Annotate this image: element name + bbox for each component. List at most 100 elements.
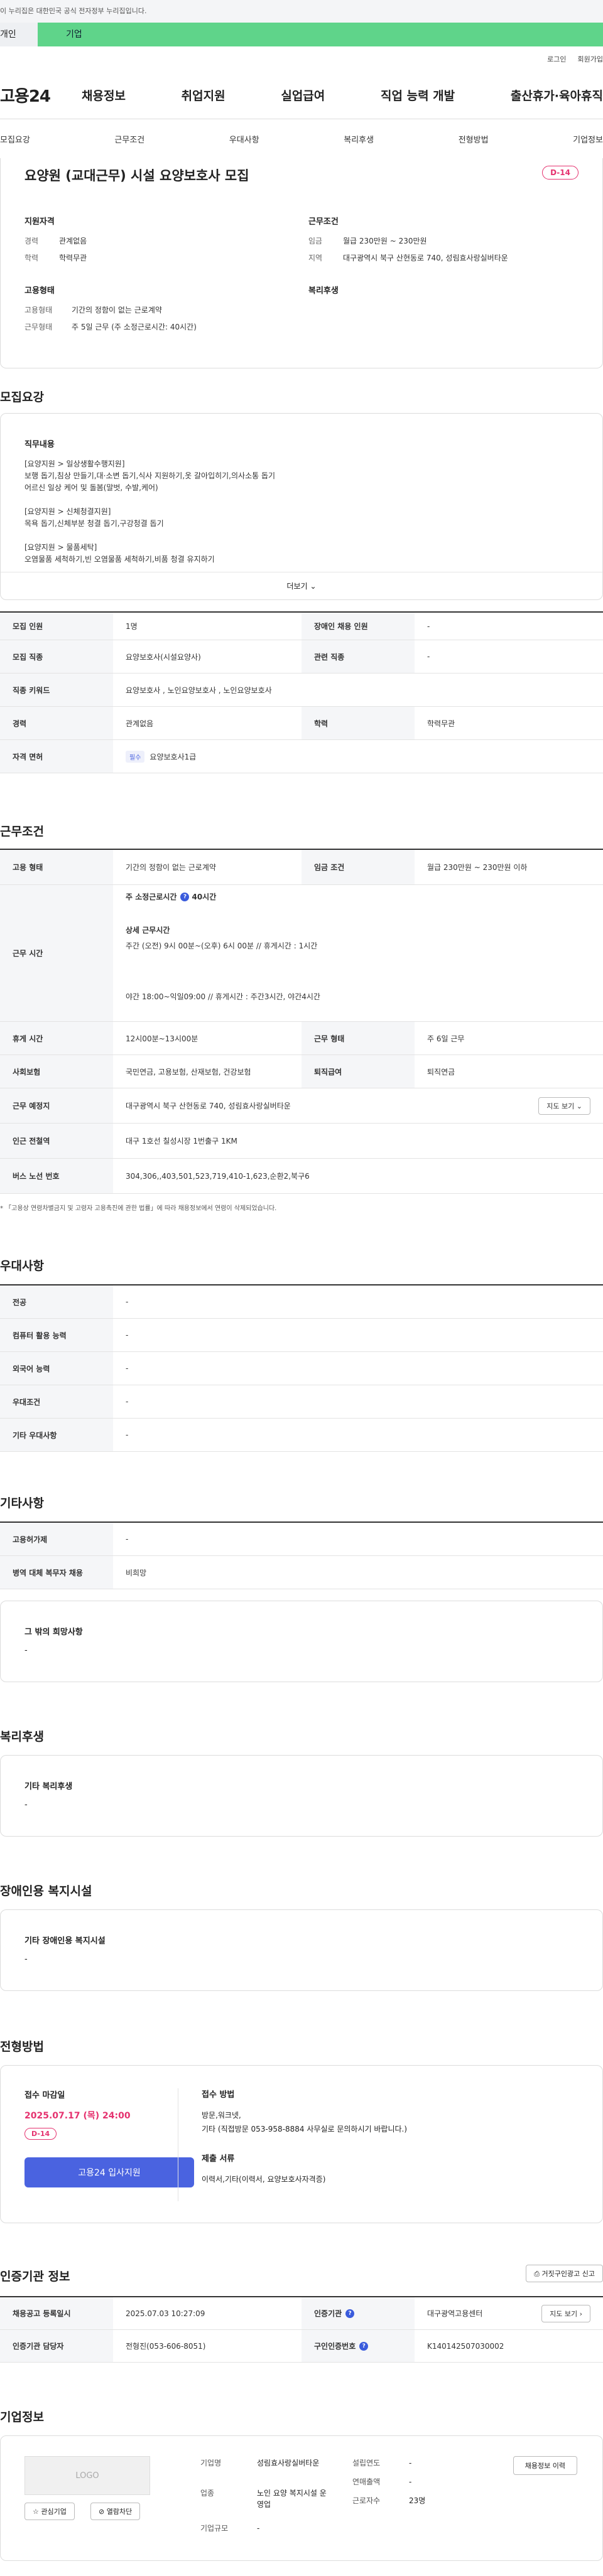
block-label: 열람차단 <box>106 2508 133 2516</box>
selection-box: 접수 마감일 2025.07.17 (목) 24:00 D-14 고용24 입사… <box>0 2065 603 2223</box>
info-value: 23명 <box>409 2496 426 2505</box>
section-title-disabled: 장애인용 복지시설 <box>0 1884 92 1898</box>
job-history-button[interactable]: 채용정보 이력 <box>513 2456 577 2475</box>
false-ad-report-button[interactable]: ⎙ 거짓구인광고 신고 <box>526 2265 603 2282</box>
map-view-button[interactable]: 지도 보기 › <box>541 2304 590 2322</box>
gnb-item-employment-support[interactable]: 취업지원 <box>182 87 225 104</box>
company-info-left: 기업명 성림효사랑실버타운 업종 노인 요양 복지시설 운영업 기업규모 - <box>200 2457 332 2534</box>
more-button[interactable]: 더보기 ⌄ <box>1 572 602 599</box>
block-icon: ⊘ <box>99 2508 105 2516</box>
anchor-recruit[interactable]: 모집요강 <box>0 133 30 145</box>
anchor-prefer[interactable]: 우대사항 <box>229 133 259 145</box>
info-value: 성림효사랑실버타운 <box>257 2459 320 2467</box>
anchor-welfare[interactable]: 복리후생 <box>344 133 374 145</box>
table-row: 사회보험 국민연금, 고용보험, 산재보험, 건강보험 퇴직급여 퇴직연금 <box>0 1055 603 1088</box>
table-row: 고용허가제 - <box>0 1523 603 1556</box>
employment-heading: 고용형태 <box>24 286 55 296</box>
section-title-recruit: 모집요강 <box>0 390 44 404</box>
qualification-heading: 지원자격 <box>24 217 55 227</box>
row-value: 304,306,,403,501,523,719,410-1,623,순환2,북… <box>126 1172 310 1181</box>
site-logo[interactable]: 고용24 <box>0 83 75 107</box>
detail-hours-line: 주간 (오전) 9시 00분~(오후) 6시 00분 // 휴게시간 : 1시간 <box>126 942 318 950</box>
gnb-item-jobs[interactable]: 채용정보 <box>82 87 126 104</box>
row-value: 기간의 정함이 없는 근로계약 <box>126 863 216 872</box>
tab-company[interactable]: 기업 <box>38 23 603 46</box>
table-row: 모집 직종 요양보호사(시설요양사) 관련 직종 - <box>0 640 603 674</box>
gov-notice-text: 이 누리집은 대한민국 공식 전자정부 누리집입니다. <box>0 7 147 15</box>
kv-key: 학력 <box>24 254 39 262</box>
gnb-item-parental-leave[interactable]: 출산휴가·육아휴직 <box>511 87 603 104</box>
work-place: 대구광역시 북구 산현동로 740, 성림효사랑실버타운 <box>126 1102 291 1110</box>
row-header-label: 구인인증번호 <box>314 2342 356 2351</box>
row-header: 버스 노선 번호 <box>0 1159 113 1193</box>
duty-line: 어르신 일상 케어 및 돌봄(말벗, 수발,케어) <box>24 483 158 492</box>
weekly-hours-label: 주 소정근로시간 <box>126 893 177 901</box>
condition-heading: 근무조건 <box>308 217 339 227</box>
qualification-block: 지원자격 경력 관계없음 학력 학력무관 <box>24 215 288 269</box>
info-icon[interactable]: ? <box>345 2309 355 2318</box>
deadline-block: 접수 마감일 2025.07.17 (목) 24:00 D-14 고용24 입사… <box>24 2088 194 2187</box>
gov-notice-bar: 이 누리집은 대한민국 공식 전자정부 누리집입니다. <box>0 0 603 23</box>
table-row: 채용공고 등록일시 2025.07.03 10:27:09 인증기관? 대구광역고용센… <box>0 2297 603 2330</box>
row-value: 대구광역시 북구 산현동로 740, 성림효사랑실버타운 지도 보기 ⌄ <box>113 1088 603 1123</box>
dday-badge: D-14 <box>24 2128 57 2140</box>
info-icon[interactable]: ? <box>180 892 190 901</box>
row-value: 요양보호사 , 노인요양보호사 , 노인요양보호사 <box>126 685 272 695</box>
auth-table: 채용공고 등록일시 2025.07.03 10:27:09 인증기관? 대구광역고용센… <box>0 2296 603 2363</box>
weekly-hours-value: 40시간 <box>192 893 217 901</box>
table-row: 모집 인원 1명 장애인 채용 인원 - <box>0 613 603 640</box>
row-header: 직종 키워드 <box>0 674 113 706</box>
table-row: 전공 - <box>0 1285 603 1319</box>
info-icon[interactable]: ? <box>359 2341 369 2351</box>
tab-personal[interactable]: 개인 <box>0 23 38 46</box>
row-header: 전공 <box>0 1285 113 1318</box>
table-row: 우대조건 - <box>0 1385 603 1419</box>
row-value: - <box>126 1364 129 1373</box>
row-header-label: 인증기관 <box>314 2309 342 2318</box>
block-view-button[interactable]: ⊘ 열람차단 <box>90 2503 141 2520</box>
method-block: 접수 방법 방문,워크넷, 기타 (직접방문 053-958-8884 사무실로… <box>202 2088 407 2186</box>
row-header: 기타 우대사항 <box>0 1419 113 1451</box>
welfare-heading: 복리후생 <box>308 286 339 296</box>
anchor-selection[interactable]: 전형방법 <box>459 133 489 145</box>
chevron-down-icon: ⌄ <box>310 581 317 591</box>
apply-button[interactable]: 고용24 입사지원 <box>24 2157 194 2187</box>
kv-value: 학력무관 <box>59 254 87 262</box>
kv-value: 기간의 정함이 없는 근로계약 <box>72 306 162 314</box>
welfare-box-value: - <box>24 1800 28 1810</box>
gnb-item-training[interactable]: 직업 능력 개발 <box>381 87 455 104</box>
duty-line: [요양지원 > 일상생활수행지원] <box>24 459 125 468</box>
row-header: 구인인증번호? <box>302 2330 415 2362</box>
etc-table: 고용허가제 - 병역 대체 복무자 채용 비희망 <box>0 1521 603 1589</box>
welfare-box: 기타 복리후생 - <box>0 1755 603 1837</box>
kv-key: 경력 <box>24 237 39 245</box>
info-value: - <box>409 2477 412 2486</box>
gnb-item-unemployment[interactable]: 실업급여 <box>281 87 325 104</box>
table-row: 병역 대체 복무자 채용 비희망 <box>0 1556 603 1589</box>
map-view-button[interactable]: 지도 보기 ⌄ <box>538 1097 590 1115</box>
info-key: 연매출액 <box>352 2477 381 2486</box>
docs-heading: 제출 서류 <box>202 2154 235 2164</box>
condition-block: 근무조건 임금 월급 230만원 ~ 230만원 지역 대구광역시 북구 산현동로 … <box>308 215 572 269</box>
anchor-conditions[interactable]: 근무조건 <box>114 133 144 145</box>
docs-value: 이력서,기타(이력서, 요양보호사자격증) <box>202 2175 326 2184</box>
section-title-etc: 기타사항 <box>0 1496 44 1510</box>
row-header: 경력 <box>0 707 113 739</box>
row-value: 12시00분~13시00분 <box>126 1034 198 1043</box>
signup-link[interactable]: 회원가입 <box>578 54 603 64</box>
anchor-company[interactable]: 기업정보 <box>573 133 603 145</box>
table-row: 자격 면허 필수 요양보호사1급 <box>0 740 603 773</box>
row-value: - <box>126 1535 129 1543</box>
etc-hope-box: 그 밖의 희망사항 - <box>0 1601 603 1682</box>
login-link[interactable]: 로그인 <box>547 54 566 64</box>
row-value: 필수 요양보호사1급 <box>113 740 603 773</box>
method-line: 방문,워크넷, <box>202 2111 241 2120</box>
row-header: 인근 전철역 <box>0 1124 113 1158</box>
conditions-table: 고용 형태 기간의 정함이 없는 근로계약 임금 조건 월급 230만원 ~ 230만… <box>0 849 603 1212</box>
gnb-menu: 채용정보 취업지원 실업급여 직업 능력 개발 출산휴가·육아휴직 <box>75 87 603 104</box>
duty-line: 목욕 돕기,신체부분 청결 돕기,구강청결 돕기 <box>24 519 164 528</box>
row-value: 월급 230만원 ~ 230만원 이하 <box>427 863 528 872</box>
favorite-company-button[interactable]: ☆ 관심기업 <box>24 2503 75 2520</box>
row-value: K140142507030002 <box>427 2341 504 2351</box>
duty-line: 보행 돕기,침상 만들기,대·소변 돕기,식사 지원하기,옷 갈아입히기,의사소… <box>24 471 276 480</box>
